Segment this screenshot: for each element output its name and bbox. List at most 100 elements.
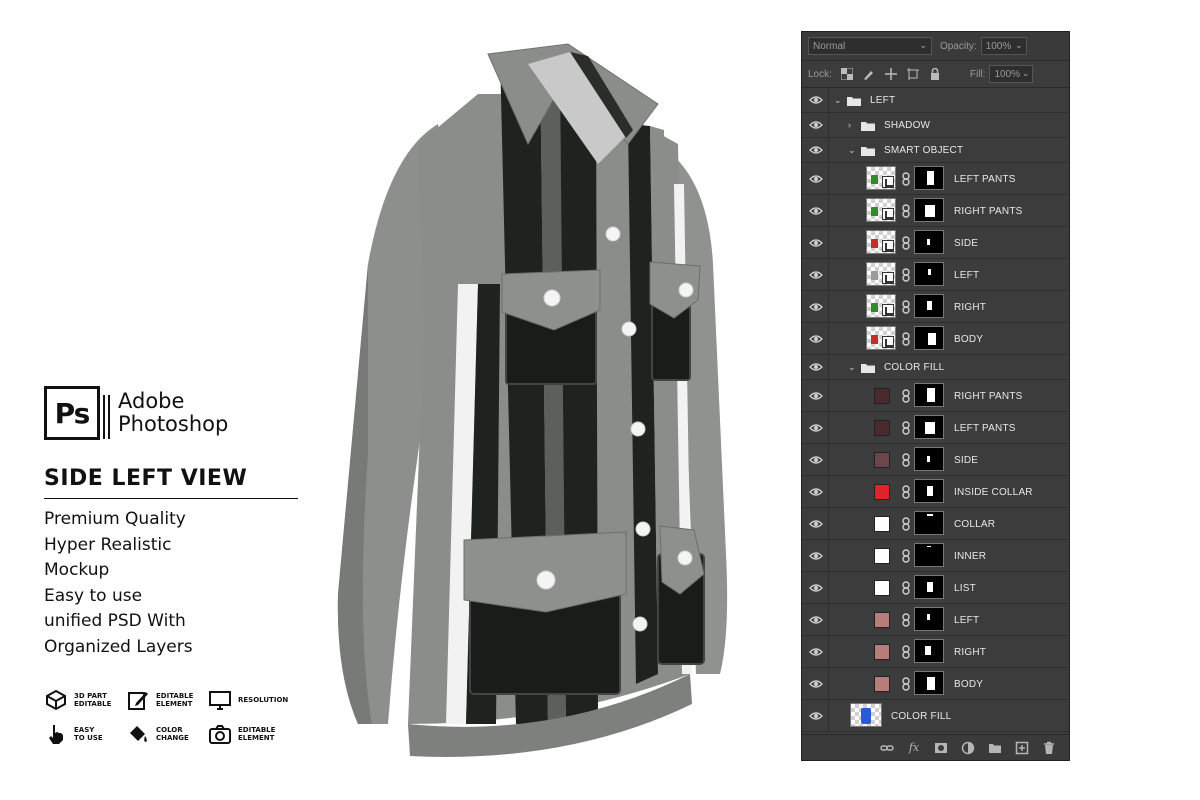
link-layers-icon[interactable] <box>879 740 895 756</box>
delete-layer-icon[interactable] <box>1041 740 1057 756</box>
color-fill-swatch[interactable] <box>874 676 890 692</box>
layer-row-left-pants[interactable]: LEFT PANTS <box>802 163 1069 195</box>
chevron-down-icon[interactable]: ⌄ <box>834 95 842 106</box>
color-fill-swatch[interactable] <box>874 516 890 532</box>
link-icon[interactable] <box>901 517 911 531</box>
row-divider <box>828 444 829 475</box>
lock-artboard-icon[interactable] <box>906 67 920 81</box>
layer-mask-thumbnail <box>914 447 944 471</box>
color-fill-swatch[interactable] <box>874 612 890 628</box>
visibility-eye-icon[interactable] <box>808 94 824 106</box>
layer-row-right-pants[interactable]: RIGHT PANTS <box>802 195 1069 227</box>
layer-row-inside-collar[interactable]: INSIDE COLLAR <box>802 476 1069 508</box>
layer-row-color-fill[interactable]: ⌄ COLOR FILL <box>802 355 1069 380</box>
blend-mode-select[interactable]: Normal ⌄ <box>808 37 932 55</box>
layer-row-smart-object[interactable]: ⌄ SMART OBJECT <box>802 138 1069 163</box>
visibility-eye-icon[interactable] <box>808 614 824 626</box>
brand-name-line1: Adobe <box>118 389 185 413</box>
row-divider <box>828 636 829 667</box>
color-fill-swatch[interactable] <box>874 388 890 404</box>
adjustment-layer-icon[interactable] <box>960 740 976 756</box>
visibility-eye-icon[interactable] <box>808 361 824 373</box>
link-icon[interactable] <box>901 332 911 346</box>
badge-label: ELEMENT <box>238 734 275 742</box>
link-icon[interactable] <box>901 389 911 403</box>
badge-label: EASY <box>74 726 95 734</box>
layer-row-inner[interactable]: INNER <box>802 540 1069 572</box>
visibility-eye-icon[interactable] <box>808 237 824 249</box>
visibility-eye-icon[interactable] <box>808 422 824 434</box>
layer-row-left[interactable]: LEFT <box>802 604 1069 636</box>
layer-row-body[interactable]: BODY <box>802 323 1069 355</box>
color-fill-swatch[interactable] <box>874 644 890 660</box>
layer-row-left[interactable]: LEFT <box>802 259 1069 291</box>
new-group-icon[interactable] <box>987 740 1003 756</box>
visibility-eye-icon[interactable] <box>808 678 824 690</box>
layer-row-collar[interactable]: COLLAR <box>802 508 1069 540</box>
layer-row-color-fill[interactable]: COLOR FILL <box>802 700 1069 732</box>
layer-row-side[interactable]: SIDE <box>802 227 1069 259</box>
lock-position-icon[interactable] <box>884 67 898 81</box>
layer-name: RIGHT <box>954 302 987 313</box>
lock-all-icon[interactable] <box>928 67 942 81</box>
layer-row-list[interactable]: LIST <box>802 572 1069 604</box>
link-icon[interactable] <box>901 204 911 218</box>
layer-name: LEFT PANTS <box>954 174 1016 185</box>
visibility-eye-icon[interactable] <box>808 205 824 217</box>
link-icon[interactable] <box>901 645 911 659</box>
visibility-eye-icon[interactable] <box>808 550 824 562</box>
badge-label: CHANGE <box>156 734 189 742</box>
fill-input[interactable]: 100% ⌄ <box>989 65 1034 83</box>
lock-image-pixels-icon[interactable] <box>862 67 876 81</box>
visibility-eye-icon[interactable] <box>808 710 824 722</box>
visibility-eye-icon[interactable] <box>808 173 824 185</box>
layer-row-left[interactable]: ⌄ LEFT <box>802 88 1069 113</box>
new-layer-icon[interactable] <box>1014 740 1030 756</box>
layer-row-shadow[interactable]: › SHADOW <box>802 113 1069 138</box>
layer-row-right[interactable]: RIGHT <box>802 636 1069 668</box>
link-icon[interactable] <box>901 172 911 186</box>
feature-item: Organized Layers <box>44 636 193 657</box>
chevron-right-icon[interactable]: › <box>848 120 851 130</box>
layer-row-body[interactable]: BODY <box>802 668 1069 700</box>
visibility-eye-icon[interactable] <box>808 454 824 466</box>
layer-style-fx-icon[interactable]: fx <box>906 740 922 756</box>
link-icon[interactable] <box>901 268 911 282</box>
color-fill-swatch[interactable] <box>874 420 890 436</box>
opacity-input[interactable]: 100% ⌄ <box>980 37 1027 55</box>
lock-transparent-pixels-icon[interactable] <box>840 67 854 81</box>
layer-row-side[interactable]: SIDE <box>802 444 1069 476</box>
color-fill-swatch[interactable] <box>874 484 890 500</box>
visibility-eye-icon[interactable] <box>808 518 824 530</box>
visibility-eye-icon[interactable] <box>808 390 824 402</box>
chevron-down-icon[interactable]: ⌄ <box>848 362 856 373</box>
visibility-eye-icon[interactable] <box>808 486 824 498</box>
visibility-eye-icon[interactable] <box>808 119 824 131</box>
link-icon[interactable] <box>901 485 911 499</box>
link-icon[interactable] <box>901 236 911 250</box>
color-fill-swatch[interactable] <box>874 548 890 564</box>
add-mask-icon[interactable] <box>933 740 949 756</box>
color-fill-swatch[interactable] <box>874 452 890 468</box>
link-icon[interactable] <box>901 421 911 435</box>
link-icon[interactable] <box>901 581 911 595</box>
visibility-eye-icon[interactable] <box>808 269 824 281</box>
layer-row-left-pants[interactable]: LEFT PANTS <box>802 412 1069 444</box>
visibility-eye-icon[interactable] <box>808 144 824 156</box>
chevron-down-icon[interactable]: ⌄ <box>848 145 856 156</box>
brand-name-line2: Photoshop <box>118 412 229 436</box>
visibility-eye-icon[interactable] <box>808 646 824 658</box>
layer-row-right-pants[interactable]: RIGHT PANTS <box>802 380 1069 412</box>
layer-mask-thumbnail <box>914 671 944 695</box>
color-fill-swatch[interactable] <box>874 580 890 596</box>
link-icon[interactable] <box>901 300 911 314</box>
layer-row-right[interactable]: RIGHT <box>802 291 1069 323</box>
badge-easy-to-use: EASY TO USE <box>44 722 126 746</box>
visibility-eye-icon[interactable] <box>808 333 824 345</box>
link-icon[interactable] <box>901 613 911 627</box>
link-icon[interactable] <box>901 453 911 467</box>
link-icon[interactable] <box>901 549 911 563</box>
link-icon[interactable] <box>901 677 911 691</box>
visibility-eye-icon[interactable] <box>808 301 824 313</box>
visibility-eye-icon[interactable] <box>808 582 824 594</box>
